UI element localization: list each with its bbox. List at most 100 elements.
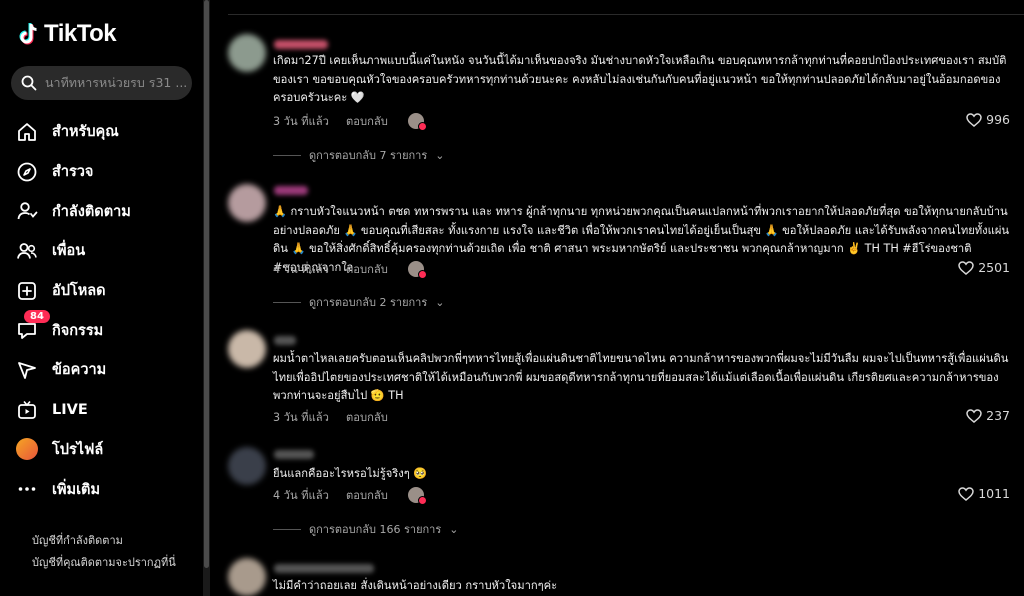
comment-text: ยืนแลกคืออะไรหรอไม่รู้จริงๆ 🥺 [273, 467, 428, 480]
nav-item-following[interactable]: กำลังติดตาม [16, 191, 131, 231]
nav-label: เพิ่มเติม [52, 481, 101, 498]
comment-meta: 4 วัน ที่แล้ว ตอบกลับ [273, 486, 427, 505]
replies-divider [273, 528, 301, 530]
nav-label: กำลังติดตาม [52, 203, 131, 220]
view-replies-label: ดูการตอบกลับ 7 รายการ [309, 149, 428, 162]
comment-item: 🙏 กราบหัวใจแนวหน้า ตชด ทหารพราน และ ทหาร… [228, 180, 1024, 320]
heart-icon [966, 408, 982, 423]
comment-time: 4 วัน ที่แล้ว [273, 489, 329, 502]
creator-liked-avatar [408, 113, 427, 131]
like-button[interactable]: 2501 [958, 260, 1010, 275]
heart-icon [966, 112, 982, 127]
comment-text: ผมน้ำตาไหลเลยครับตอนเห็นคลิปพวกพี่ๆทหารไ… [273, 352, 1009, 402]
profile-avatar [16, 438, 38, 461]
search-placeholder: นาทีทหารหน่วยรบ ร31 ... [45, 75, 188, 90]
divider [228, 14, 1024, 15]
sidebar-scrollbar-thumb[interactable] [204, 0, 209, 568]
app-name: TikTok [44, 20, 117, 47]
tiktok-logo-icon [19, 23, 37, 45]
friends-icon [16, 240, 38, 262]
chevron-down-icon: ⌄ [435, 148, 445, 162]
reply-button[interactable]: ตอบกลับ [346, 112, 408, 130]
like-count: 2501 [978, 260, 1010, 275]
nav-item-live[interactable]: LIVE [16, 390, 131, 430]
activity-badge: 84 [24, 310, 50, 324]
search-icon [21, 75, 37, 91]
chevron-down-icon: ⌄ [449, 522, 459, 536]
nav-label: เพื่อน [52, 243, 86, 260]
comment-item: เกิดมา27ปี เคยเห็นภาพแบบนี้แค่ในหนัง จนว… [228, 30, 1024, 170]
following-icon [16, 200, 38, 222]
nav-label: LIVE [52, 401, 88, 418]
creator-liked-avatar [408, 487, 427, 505]
upload-icon [16, 280, 38, 302]
heart-icon [958, 486, 974, 501]
nav-item-for-you[interactable]: สำหรับคุณ [16, 112, 131, 152]
commenter-username[interactable] [274, 186, 308, 195]
following-accounts-hint: บัญชีที่คุณติดตามจะปรากฏที่นี่ [32, 556, 176, 569]
comment-item: ไม่มีคำว่าถอยเลย สั่งเดินหน้าอย่างเดียว … [228, 558, 1024, 596]
comment-time: 3 วัน ที่แล้ว [273, 411, 329, 424]
comment-time: 4 วัน ที่แล้ว [273, 263, 329, 276]
reply-button[interactable]: ตอบกลับ [346, 408, 408, 426]
nav-item-explore[interactable]: สำรวจ [16, 152, 131, 192]
comment-time: 3 วัน ที่แล้ว [273, 115, 329, 128]
heart-icon [958, 260, 974, 275]
commenter-avatar[interactable] [228, 558, 266, 596]
nav-label: ข้อความ [52, 362, 107, 379]
comment-meta: 4 วัน ที่แล้ว ตอบกลับ [273, 260, 427, 279]
nav-label: สำหรับคุณ [52, 124, 119, 141]
nav-item-friends[interactable]: เพื่อน [16, 231, 131, 271]
chevron-down-icon: ⌄ [435, 295, 445, 309]
commenter-avatar[interactable] [228, 447, 266, 485]
home-icon [16, 121, 38, 143]
tiktok-logo[interactable]: TikTok [17, 20, 117, 48]
compass-icon [16, 161, 38, 183]
messages-icon [16, 359, 38, 381]
nav-label: อัปโหลด [52, 283, 106, 300]
commenter-username[interactable] [274, 450, 314, 459]
commenter-username[interactable] [274, 336, 296, 345]
comment-meta: 3 วัน ที่แล้ว ตอบกลับ [273, 408, 408, 426]
commenter-avatar[interactable] [228, 184, 266, 222]
nav-label: สำรวจ [52, 164, 94, 181]
replies-divider [273, 154, 301, 156]
creator-liked-avatar [408, 261, 427, 279]
comment-meta: 3 วัน ที่แล้ว ตอบกลับ [273, 112, 427, 131]
comment-item: ผมน้ำตาไหลเลยครับตอนเห็นคลิปพวกพี่ๆทหารไ… [228, 330, 1024, 430]
live-icon [16, 399, 38, 421]
like-button[interactable]: 237 [966, 408, 1010, 423]
like-count: 237 [986, 408, 1010, 423]
commenter-username[interactable] [274, 564, 374, 573]
reply-button[interactable]: ตอบกลับ [346, 486, 408, 504]
sidebar: TikTok นาทีทหารหน่วยรบ ร31 ... สำหรับคุณ… [0, 0, 210, 596]
main-nav: สำหรับคุณ สำรวจ กำลังติดตาม เพื่อน อัปโห… [16, 112, 131, 509]
more-icon [16, 478, 38, 500]
commenter-avatar[interactable] [228, 330, 266, 368]
nav-label: กิจกรรม [52, 322, 104, 339]
nav-item-more[interactable]: เพิ่มเติม [16, 469, 131, 509]
following-accounts-title: บัญชีที่กำลังติดตาม [32, 534, 123, 547]
search-input[interactable]: นาทีทหารหน่วยรบ ร31 ... [11, 66, 192, 100]
view-replies-label: ดูการตอบกลับ 166 รายการ [309, 523, 442, 536]
comment-text: ไม่มีคำว่าถอยเลย สั่งเดินหน้าอย่างเดียว … [273, 579, 558, 592]
view-replies-button[interactable]: ดูการตอบกลับ 2 รายการ ⌄ [273, 293, 445, 311]
following-accounts-section: บัญชีที่กำลังติดตาม บัญชีที่คุณติดตามจะป… [32, 530, 176, 574]
like-count: 1011 [978, 486, 1010, 501]
nav-item-activity[interactable]: 84 กิจกรรม [16, 310, 131, 350]
view-replies-button[interactable]: ดูการตอบกลับ 166 รายการ ⌄ [273, 520, 459, 538]
nav-item-upload[interactable]: อัปโหลด [16, 271, 131, 311]
comment-text: เกิดมา27ปี เคยเห็นภาพแบบนี้แค่ในหนัง จนว… [273, 54, 1007, 104]
like-count: 996 [986, 112, 1010, 127]
commenter-avatar[interactable] [228, 34, 266, 72]
view-replies-label: ดูการตอบกลับ 2 รายการ [309, 296, 428, 309]
reply-button[interactable]: ตอบกลับ [346, 260, 408, 278]
comment-item: ยืนแลกคืออะไรหรอไม่รู้จริงๆ 🥺 4 วัน ที่แ… [228, 445, 1024, 540]
nav-label: โปรไฟล์ [52, 441, 104, 458]
commenter-username[interactable] [274, 40, 328, 49]
nav-item-messages[interactable]: ข้อความ [16, 350, 131, 390]
like-button[interactable]: 1011 [958, 486, 1010, 501]
nav-item-profile[interactable]: โปรไฟล์ [16, 430, 131, 470]
view-replies-button[interactable]: ดูการตอบกลับ 7 รายการ ⌄ [273, 146, 445, 164]
like-button[interactable]: 996 [966, 112, 1010, 127]
